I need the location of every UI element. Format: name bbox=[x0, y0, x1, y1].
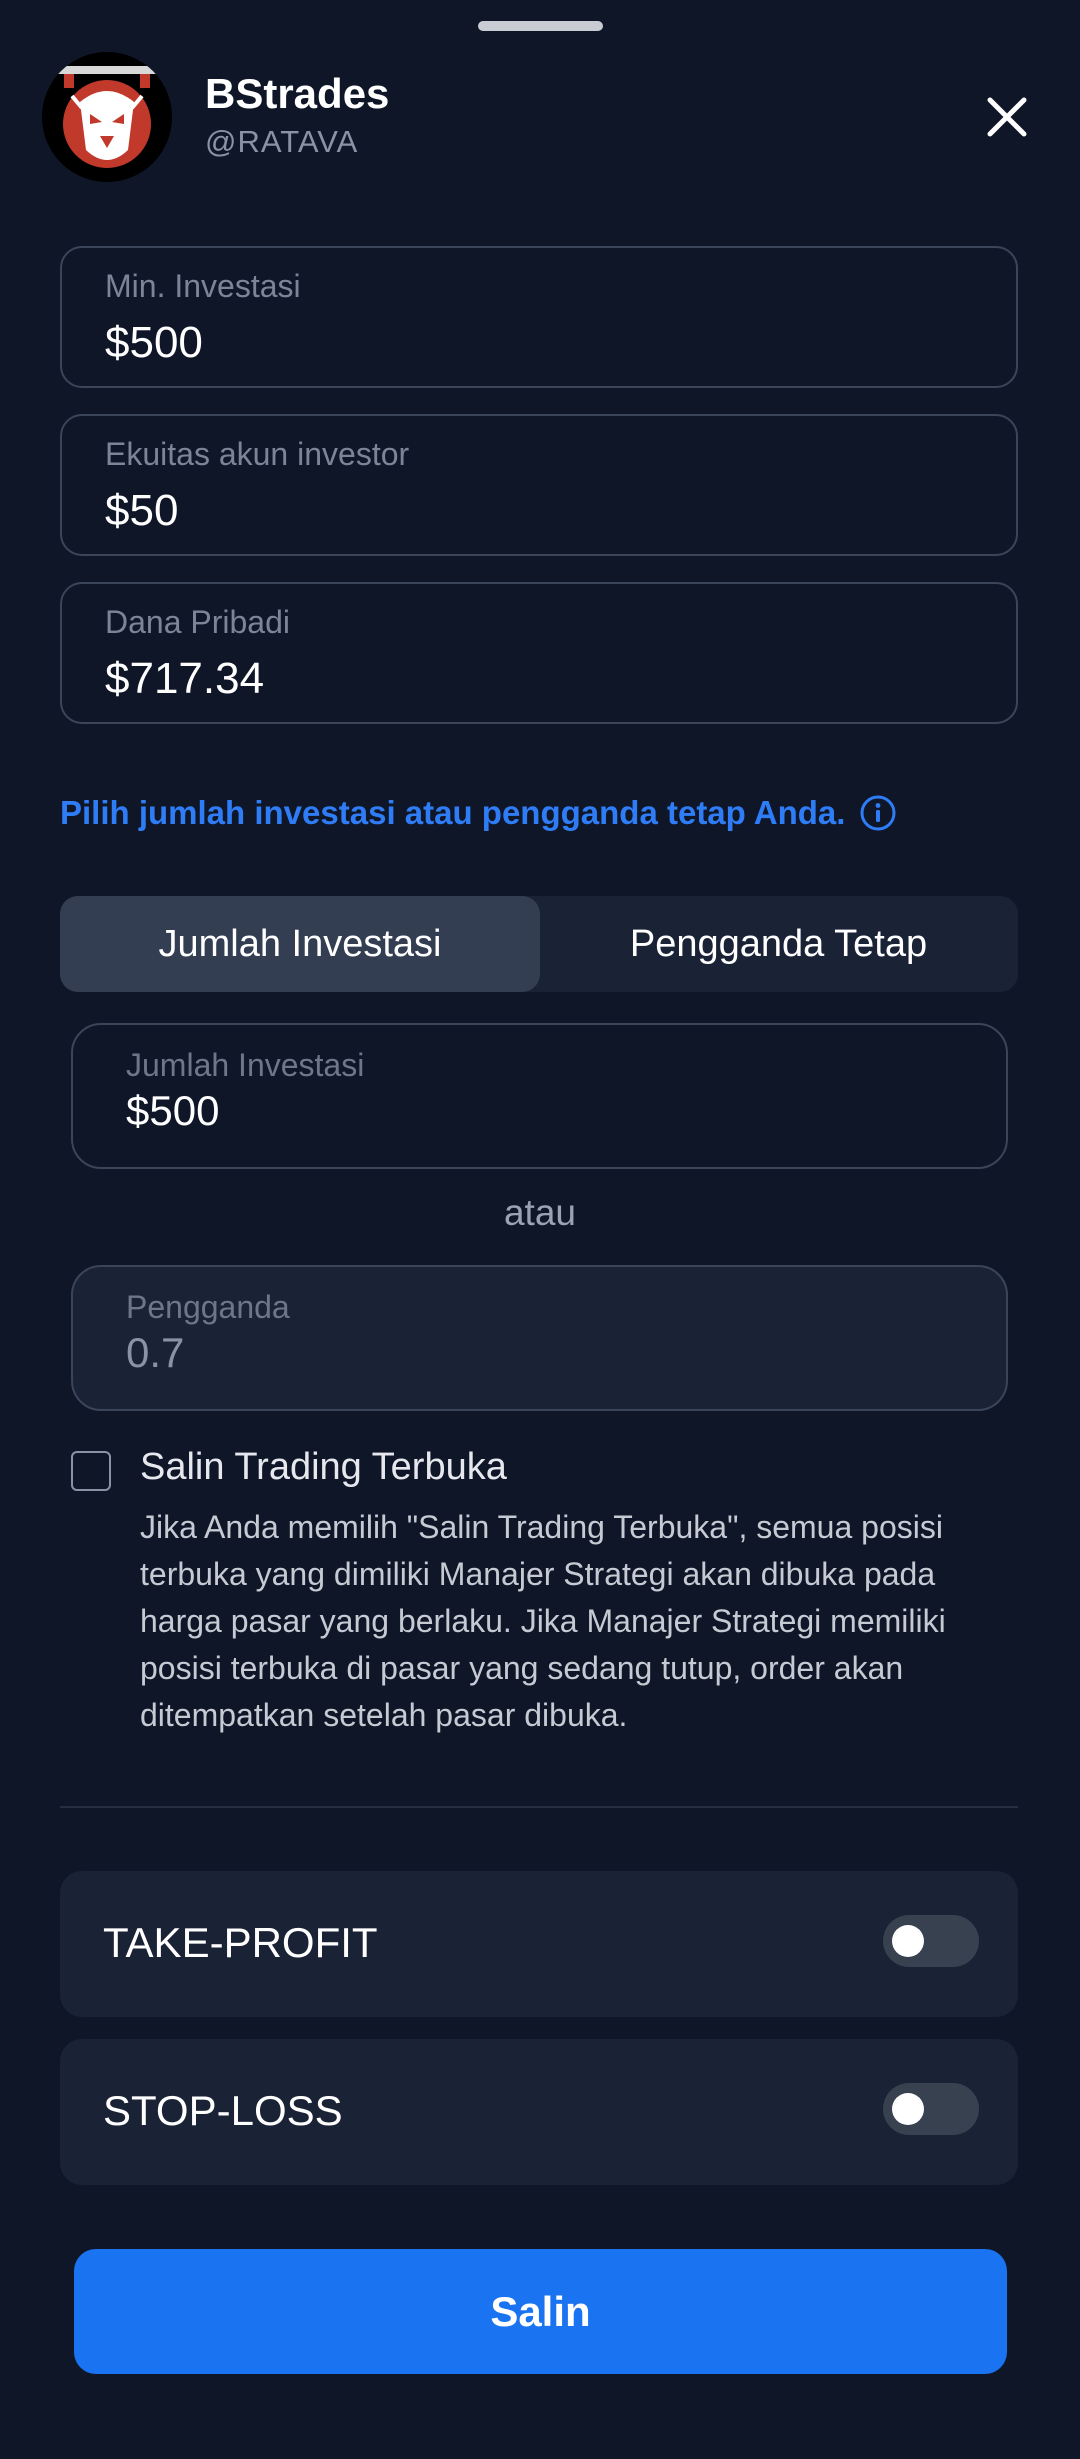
personal-funds-value: $717.34 bbox=[105, 654, 265, 703]
multiplier-input[interactable] bbox=[126, 1329, 946, 1377]
trader-header: BStrades @RATAVA bbox=[42, 52, 1038, 182]
copy-trading-sheet: BStrades @RATAVA Min. Investasi $500 Eku… bbox=[0, 0, 1080, 2459]
investment-amount-label: Jumlah Investasi bbox=[126, 1047, 365, 1083]
investor-equity-label: Ekuitas akun investor bbox=[105, 436, 410, 472]
trader-handle: @RATAVA bbox=[205, 124, 359, 159]
trader-name: BStrades bbox=[205, 70, 390, 117]
investment-amount-field[interactable]: Jumlah Investasi bbox=[71, 1023, 1008, 1169]
min-investment-box: Min. Investasi $500 bbox=[60, 246, 1018, 388]
take-profit-row[interactable]: TAKE-PROFIT bbox=[60, 1871, 1018, 2017]
close-button[interactable] bbox=[982, 92, 1032, 142]
copy-open-trades-description: Jika Anda memilih "Salin Trading Terbuka… bbox=[140, 1509, 946, 1733]
take-profit-toggle[interactable] bbox=[883, 1915, 979, 1967]
investment-amount-input[interactable] bbox=[126, 1087, 946, 1135]
mask-avatar-icon bbox=[42, 52, 172, 182]
sheet-drag-handle[interactable] bbox=[478, 21, 603, 31]
selection-hint: Pilih jumlah investasi atau pengganda te… bbox=[60, 790, 897, 836]
selection-hint-text: Pilih jumlah investasi atau pengganda te… bbox=[60, 794, 846, 831]
investor-equity-box: Ekuitas akun investor $50 bbox=[60, 414, 1018, 556]
tab-fixed-multiplier[interactable]: Pengganda Tetap bbox=[539, 896, 1018, 992]
stop-loss-toggle-knob bbox=[892, 2093, 924, 2125]
stop-loss-label: STOP-LOSS bbox=[103, 2087, 343, 2134]
section-divider bbox=[60, 1806, 1018, 1808]
min-investment-value: $500 bbox=[105, 318, 203, 367]
stop-loss-row[interactable]: STOP-LOSS bbox=[60, 2039, 1018, 2185]
personal-funds-box: Dana Pribadi $717.34 bbox=[60, 582, 1018, 724]
take-profit-label: TAKE-PROFIT bbox=[103, 1919, 378, 1966]
copy-button[interactable]: Salin bbox=[74, 2249, 1007, 2374]
close-icon bbox=[987, 97, 1027, 137]
investor-equity-value: $50 bbox=[105, 486, 179, 535]
multiplier-label: Pengganda bbox=[126, 1289, 290, 1325]
personal-funds-label: Dana Pribadi bbox=[105, 604, 290, 640]
avatar bbox=[42, 52, 172, 182]
tab-investment-amount[interactable]: Jumlah Investasi bbox=[60, 896, 540, 992]
or-separator: atau bbox=[503, 1192, 576, 1233]
investment-mode-tabs: Jumlah Investasi Pengganda Tetap bbox=[60, 896, 1018, 992]
copy-open-trades-checkbox[interactable] bbox=[71, 1451, 111, 1491]
min-investment-label: Min. Investasi bbox=[105, 268, 301, 304]
multiplier-field[interactable]: Pengganda bbox=[71, 1265, 1008, 1411]
take-profit-toggle-knob bbox=[892, 1925, 924, 1957]
copy-open-trades-title[interactable]: Salin Trading Terbuka bbox=[140, 1446, 507, 1489]
info-circle-icon[interactable] bbox=[859, 794, 897, 832]
stop-loss-toggle[interactable] bbox=[883, 2083, 979, 2135]
